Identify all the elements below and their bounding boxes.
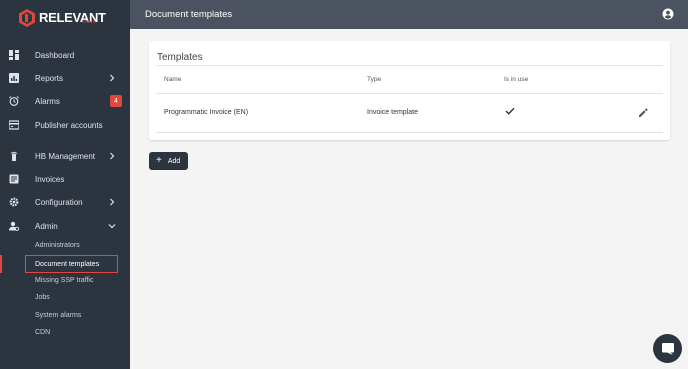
templates-card: Templates Name Type Is in use Programmat… <box>149 41 670 140</box>
sidebar-item-dashboard[interactable]: Dashboard <box>0 44 130 66</box>
sidebar-item-label: HB Management <box>35 151 96 161</box>
chevron-right-icon <box>110 198 115 206</box>
chevron-right-icon <box>110 152 115 160</box>
add-button-label: Add <box>167 157 181 165</box>
sidebar-subitem-jobs[interactable]: Jobs <box>35 294 50 301</box>
edit-icon[interactable] <box>638 108 648 118</box>
admin-icon <box>9 221 19 231</box>
publisher-icon <box>9 120 19 130</box>
top-bar: Document templates <box>130 0 688 29</box>
sidebar: RELEVANT YIELD Dashboard Reports Alarms … <box>0 0 130 369</box>
sidebar-item-label: Configuration <box>35 197 83 207</box>
chevron-down-icon <box>108 224 116 229</box>
sidebar-item-label: Alarms <box>35 96 60 106</box>
row-type: Invoice template <box>367 109 418 116</box>
check-icon <box>505 107 515 115</box>
brand-sub: YIELD <box>82 19 97 24</box>
alarm-count-badge: 4 <box>110 95 122 107</box>
sidebar-item-label: Admin <box>35 221 58 231</box>
column-header-name: Name <box>164 76 182 83</box>
divider <box>156 65 663 66</box>
sidebar-item-invoices[interactable]: Invoices <box>0 168 130 190</box>
brand-logo[interactable]: RELEVANT <box>19 8 106 28</box>
column-header-type: Type <box>367 76 382 83</box>
column-header-in-use: Is in use <box>504 76 529 83</box>
hb-icon <box>10 151 18 161</box>
sidebar-item-publisher-accounts[interactable]: Publisher accounts <box>0 114 130 136</box>
plus-icon: + <box>156 155 162 166</box>
sidebar-subitem-missing-ssp-traffic[interactable]: Missing SSP traffic <box>35 277 94 284</box>
alarm-icon <box>9 96 19 106</box>
sidebar-subitem-administrators[interactable]: Administrators <box>35 242 80 249</box>
reports-icon <box>9 73 19 83</box>
sidebar-subitem-document-templates[interactable]: Document templates <box>25 255 118 273</box>
sidebar-item-label: Invoices <box>35 174 65 184</box>
sidebar-item-label: Publisher accounts <box>35 120 103 130</box>
invoice-icon <box>9 174 19 184</box>
sidebar-subitem-system-alarms[interactable]: System alarms <box>35 312 81 319</box>
sidebar-item-hb-management[interactable]: HB Management <box>0 145 130 167</box>
chat-launcher-button[interactable] <box>653 334 682 363</box>
sidebar-item-configuration[interactable]: Configuration <box>0 191 130 213</box>
sidebar-subitem-cdn[interactable]: CDN <box>35 329 50 336</box>
sidebar-item-label: Dashboard <box>35 50 75 60</box>
sidebar-item-label: Reports <box>35 73 64 83</box>
chat-icon <box>661 342 674 355</box>
add-template-button[interactable]: + Add <box>149 152 188 170</box>
account-icon[interactable] <box>662 8 674 20</box>
chevron-right-icon <box>110 74 115 82</box>
logo-icon <box>19 9 35 27</box>
divider <box>156 93 663 94</box>
card-title: Templates <box>157 52 203 63</box>
sidebar-item-admin[interactable]: Admin <box>0 215 130 237</box>
active-indicator <box>0 255 2 273</box>
dashboard-icon <box>9 50 19 60</box>
page-title: Document templates <box>145 9 233 20</box>
gear-icon <box>9 197 19 207</box>
sidebar-item-alarms[interactable]: Alarms 4 <box>0 90 130 112</box>
row-name: Programmatic Invoice (EN) <box>164 109 249 116</box>
sidebar-item-reports[interactable]: Reports <box>0 67 130 89</box>
divider <box>156 132 663 133</box>
